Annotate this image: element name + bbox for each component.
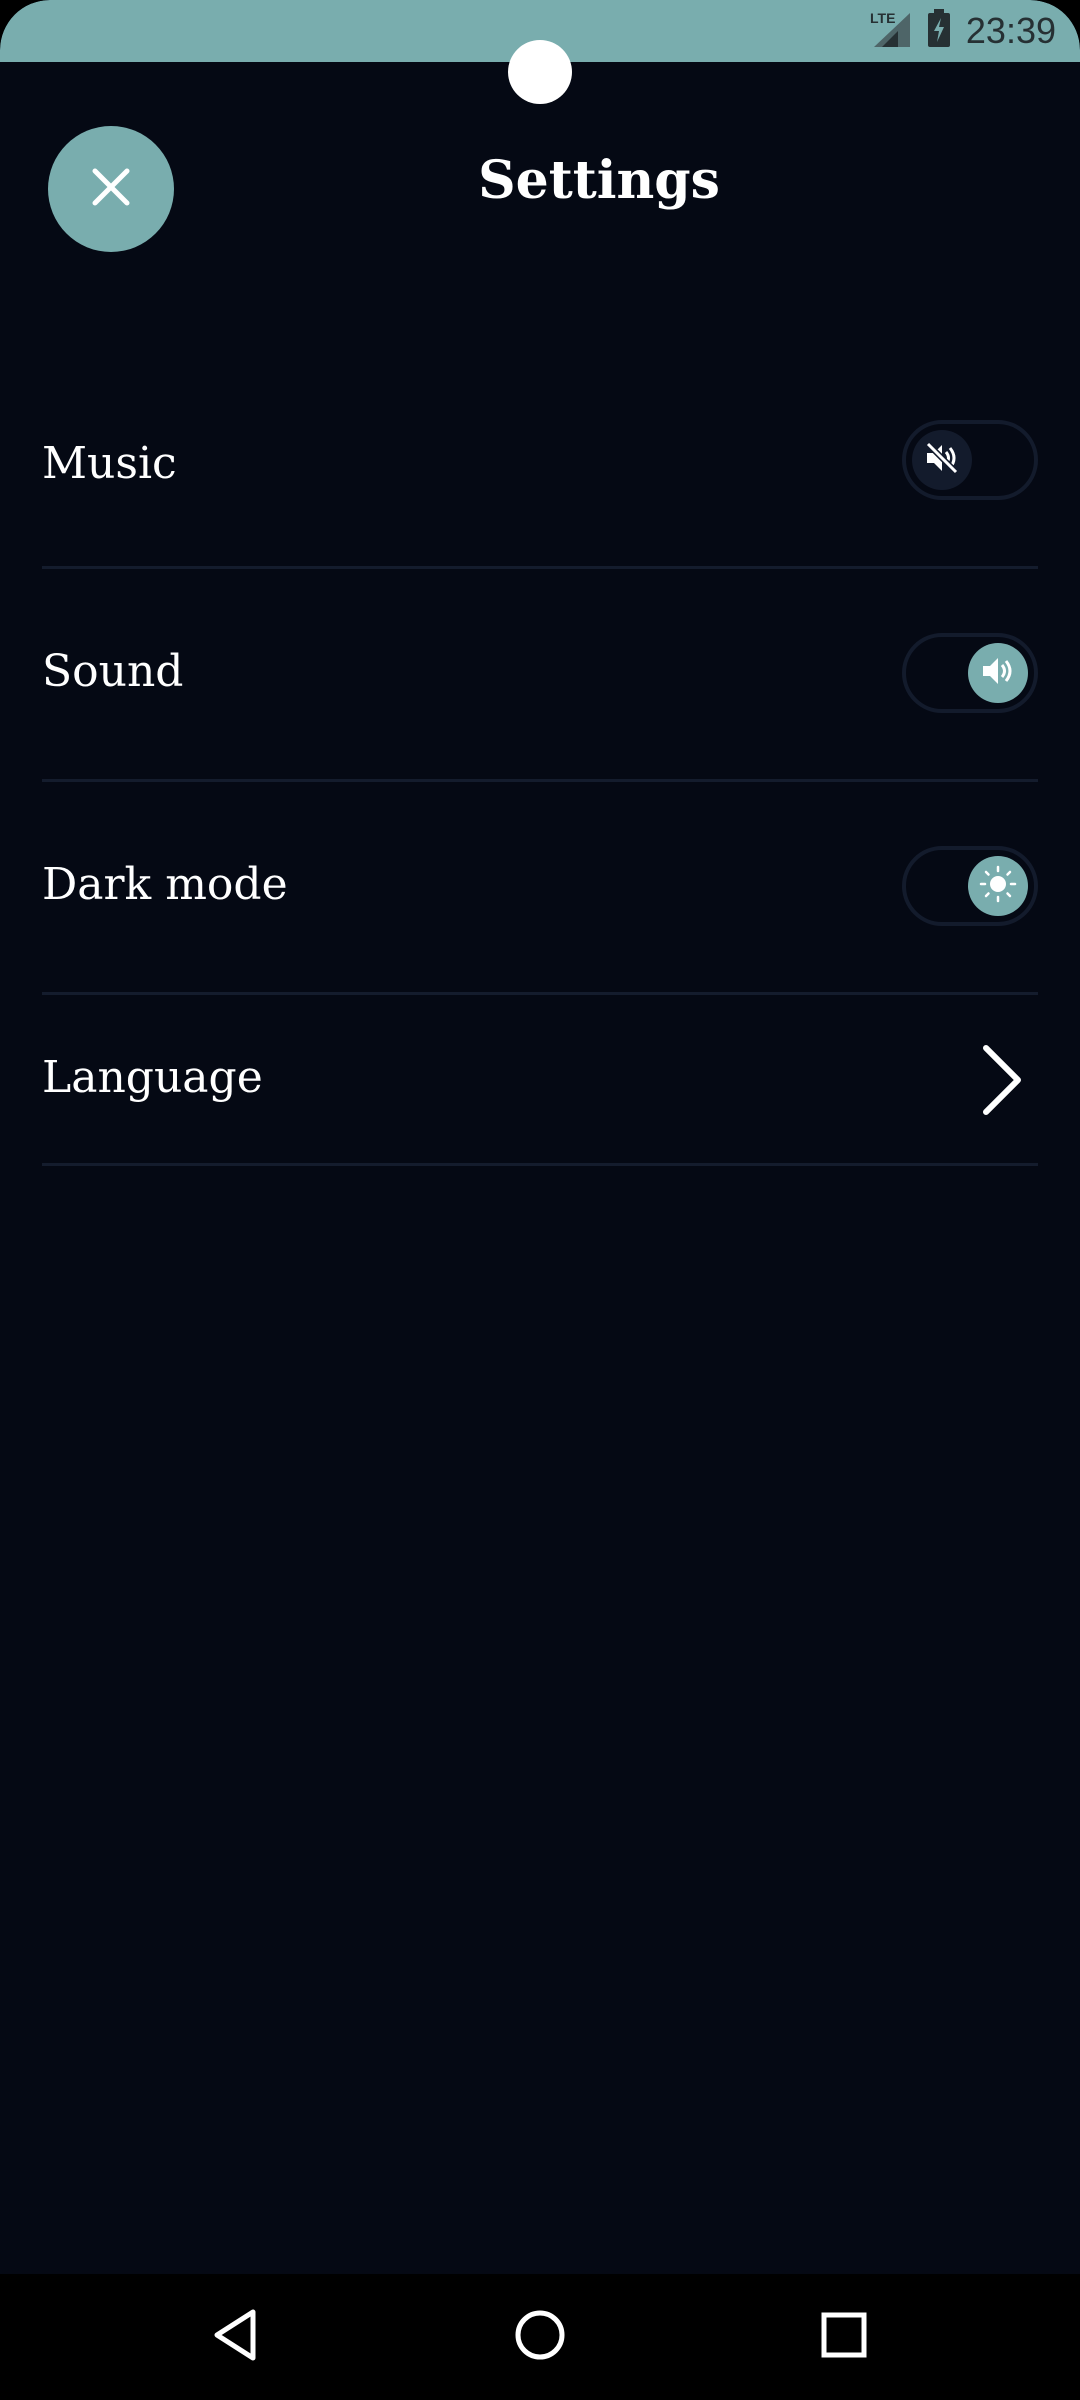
dark-mode-label: Dark mode — [42, 859, 288, 910]
language-label: Language — [42, 1052, 263, 1103]
chevron-right-icon — [980, 1044, 1024, 1121]
status-icons: LTE 23:39 — [868, 0, 1056, 62]
lte-signal-icon: LTE — [868, 9, 912, 54]
volume-on-icon — [979, 652, 1017, 695]
home-icon — [513, 2308, 567, 2367]
volume-muted-icon — [923, 439, 961, 482]
recents-icon — [820, 2311, 868, 2364]
back-icon — [211, 2308, 259, 2367]
settings-screen: LTE 23:39 Settings Music Sound Dark mode… — [0, 0, 1080, 2400]
back-button[interactable] — [202, 2304, 268, 2370]
music-label: Music — [42, 438, 177, 489]
lte-label: LTE — [870, 10, 895, 26]
battery-charging-icon — [926, 8, 952, 54]
settings-row-language[interactable]: Language — [42, 992, 1038, 1166]
sun-icon — [978, 864, 1018, 909]
settings-row-music: Music — [42, 410, 1038, 569]
page-title: Settings — [478, 150, 720, 211]
recents-button[interactable] — [811, 2304, 877, 2370]
settings-row-dark-mode: Dark mode — [42, 779, 1038, 995]
dark-mode-toggle-knob — [968, 856, 1028, 916]
home-button[interactable] — [507, 2304, 573, 2370]
music-toggle[interactable] — [902, 420, 1038, 500]
music-toggle-knob — [912, 430, 972, 490]
sound-label: Sound — [42, 646, 184, 697]
sound-toggle-knob — [968, 643, 1028, 703]
dark-mode-toggle[interactable] — [902, 846, 1038, 926]
settings-row-sound: Sound — [42, 566, 1038, 782]
sound-toggle[interactable] — [902, 633, 1038, 713]
navigation-bar — [0, 2274, 1080, 2400]
status-time: 23:39 — [965, 10, 1056, 51]
camera-cutout — [508, 40, 572, 104]
